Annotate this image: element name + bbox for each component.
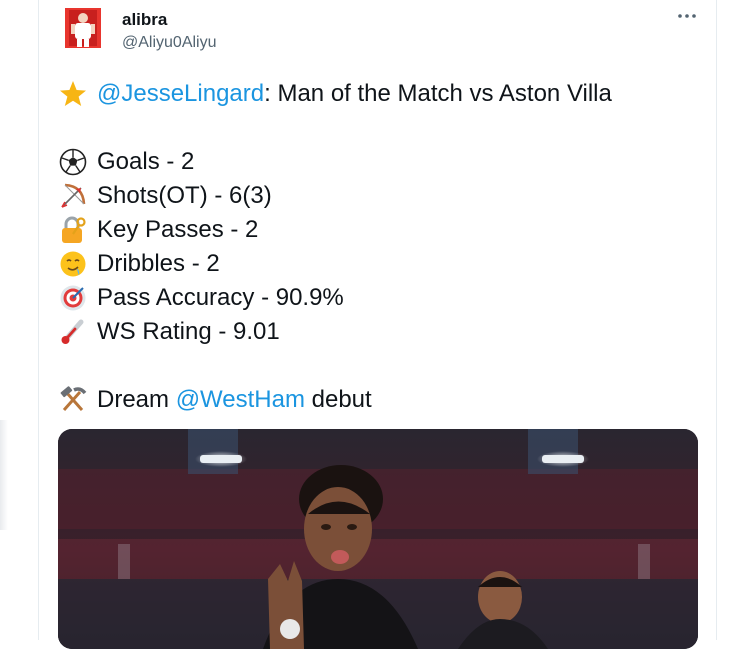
stat-text: Pass Accuracy - 90.9% <box>97 284 344 311</box>
stat-line-key-passes: Key Passes - 2 <box>59 213 612 247</box>
stat-line-dribbles: Dribbles - 2 <box>59 247 612 281</box>
hammer-and-pick-icon <box>59 386 87 414</box>
mention-westham[interactable]: @WestHam <box>176 383 305 417</box>
stat-line-pass-accuracy: Pass Accuracy - 90.9% <box>59 281 612 315</box>
closing-line: Dream @WestHam debut <box>59 383 612 417</box>
stat-line-ws-rating: WS Rating - 9.01 <box>59 315 612 349</box>
stat-text: WS Rating - 9.01 <box>97 318 280 345</box>
tweet-text: @JesseLingard: Man of the Match vs Aston… <box>59 77 612 417</box>
stat-line-goals: Goals - 2 <box>59 145 612 179</box>
author-handle[interactable]: @Aliyu0Aliyu <box>122 34 217 52</box>
thermometer-icon <box>59 318 87 346</box>
drooling-face-icon <box>59 250 87 278</box>
headline-line: @JesseLingard: Man of the Match vs Aston… <box>59 77 612 111</box>
stat-text: Goals - 2 <box>97 148 195 175</box>
target-icon <box>59 284 87 312</box>
star-icon <box>59 80 87 108</box>
closing-prefix: Dream <box>97 386 176 413</box>
closing-suffix: debut <box>304 386 372 413</box>
stat-line-shots: Shots(OT) - 6(3) <box>59 179 612 213</box>
stat-text: Key Passes - 2 <box>97 216 259 243</box>
stat-text: Shots(OT) - 6(3) <box>97 182 272 209</box>
stat-text: Dribbles - 2 <box>97 250 220 277</box>
lock-with-key-icon <box>59 216 87 244</box>
tweet-card[interactable]: alibra @Aliyu0Aliyu @JesseLingard: Man o… <box>38 0 717 649</box>
bow-and-arrow-icon <box>59 182 87 210</box>
headline-text: : Man of the Match vs Aston Villa <box>264 80 612 107</box>
tweet-photo[interactable] <box>58 429 698 649</box>
soccer-ball-icon <box>59 148 87 176</box>
mention-jesselingard[interactable]: @JesseLingard <box>97 77 264 111</box>
author-name[interactable]: alibra <box>122 10 167 30</box>
avatar[interactable] <box>61 6 105 50</box>
more-options-icon[interactable] <box>675 4 699 28</box>
page-edge-shadow <box>0 420 8 530</box>
